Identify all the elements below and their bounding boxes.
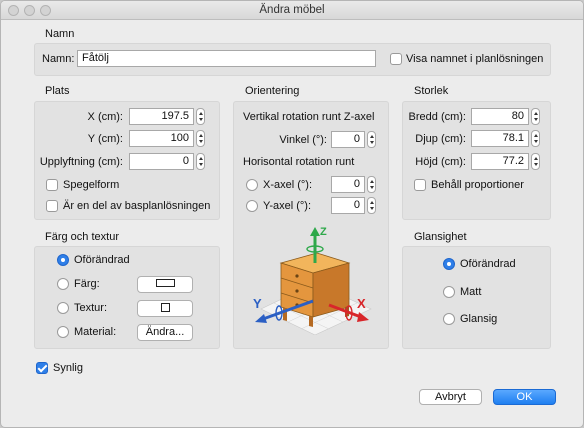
hojd-input[interactable]: 77.2 xyxy=(471,153,529,170)
djup-label: Djup (cm): xyxy=(415,133,466,145)
djup-input[interactable]: 78.1 xyxy=(471,130,529,147)
upplyftning-label: Upplyftning (cm): xyxy=(39,156,123,168)
namn-input[interactable]: Fåtölj xyxy=(77,50,376,67)
vinkel-input[interactable]: 0 xyxy=(331,131,365,148)
y-axis-label: Y xyxy=(253,296,262,311)
y-label: Y (cm): xyxy=(87,133,123,145)
storlek-section-title: Storlek xyxy=(414,85,449,97)
z-axis-label: Z xyxy=(320,226,327,238)
bredd-stepper-icon[interactable] xyxy=(531,108,540,125)
x-axel-stepper-icon[interactable] xyxy=(367,176,376,193)
orientation-illustration: Z Y X xyxy=(253,226,372,335)
glansighet-section-title: Glansighet xyxy=(414,231,467,243)
horisontal-rotation-label: Horisontal rotation runt xyxy=(243,156,355,168)
material-radio[interactable] xyxy=(57,326,69,338)
color-swatch-icon xyxy=(155,279,175,288)
x-label: X (cm): xyxy=(87,111,123,123)
namn-label: Namn: xyxy=(42,53,75,65)
oforandrad-farg-radio[interactable] xyxy=(57,254,69,266)
basplanlosning-checkbox[interactable] xyxy=(46,200,58,212)
minimize-window-icon[interactable] xyxy=(24,5,35,16)
bredd-label: Bredd (cm): xyxy=(408,111,466,123)
x-axel-radio[interactable] xyxy=(246,179,258,191)
matt-label: Matt xyxy=(460,286,482,298)
vertikal-rotation-label: Vertikal rotation runt Z-axel xyxy=(243,111,375,123)
x-axel-label: X-axel (°): xyxy=(263,179,313,191)
zoom-window-icon[interactable] xyxy=(40,5,51,16)
x-axis-label: X xyxy=(357,296,366,311)
textur-label: Textur: xyxy=(74,302,108,314)
oforandrad-farg-label: Oförändrad xyxy=(74,254,130,266)
spegelform-checkbox[interactable] xyxy=(46,179,58,191)
y-input[interactable]: 100 xyxy=(129,130,194,147)
farg-section-title: Färg och textur xyxy=(45,231,119,243)
close-window-icon[interactable] xyxy=(8,5,19,16)
x-stepper-icon[interactable] xyxy=(196,108,205,125)
hojd-stepper-icon[interactable] xyxy=(531,153,540,170)
namn-section-title: Namn xyxy=(45,28,75,40)
oforandrad-glans-label: Oförändrad xyxy=(460,258,516,270)
y-stepper-icon[interactable] xyxy=(196,130,205,147)
y-axel-input[interactable]: 0 xyxy=(331,197,365,214)
textur-button[interactable] xyxy=(137,300,193,317)
visa-namnet-label: Visa namnet i planlösningen xyxy=(406,53,544,65)
y-axel-label: Y-axel (°): xyxy=(263,200,312,212)
cancel-button[interactable]: Avbryt xyxy=(419,389,482,405)
vinkel-stepper-icon[interactable] xyxy=(367,131,376,148)
upplyftning-stepper-icon[interactable] xyxy=(196,153,205,170)
farg-label: Färg: xyxy=(74,278,100,290)
y-axel-radio[interactable] xyxy=(246,200,258,212)
title-bar: Ändra möbel xyxy=(1,1,583,20)
behall-proportioner-checkbox[interactable] xyxy=(414,179,426,191)
y-axel-stepper-icon[interactable] xyxy=(367,197,376,214)
synlig-label: Synlig xyxy=(53,362,83,374)
matt-radio[interactable] xyxy=(443,286,455,298)
visa-namnet-checkbox[interactable] xyxy=(390,53,402,65)
djup-stepper-icon[interactable] xyxy=(531,130,540,147)
glansig-label: Glansig xyxy=(460,313,498,325)
texture-swatch-icon xyxy=(160,302,170,312)
farg-radio[interactable] xyxy=(57,278,69,290)
basplanlosning-label: Är en del av basplanlösningen xyxy=(63,200,211,212)
synlig-checkbox[interactable] xyxy=(36,362,48,374)
material-label: Material: xyxy=(74,326,117,338)
upplyftning-input[interactable]: 0 xyxy=(129,153,194,170)
hojd-label: Höjd (cm): xyxy=(415,156,466,168)
window-title: Ändra möbel xyxy=(259,4,325,16)
glansig-radio[interactable] xyxy=(443,313,455,325)
spegelform-label: Spegelform xyxy=(63,179,120,191)
andra-material-button[interactable]: Ändra... xyxy=(137,324,193,341)
orientering-section-title: Orientering xyxy=(245,85,300,97)
vinkel-label: Vinkel (°): xyxy=(279,134,327,146)
plats-section-title: Plats xyxy=(45,85,70,97)
bredd-input[interactable]: 80 xyxy=(471,108,529,125)
farg-button[interactable] xyxy=(137,276,193,293)
x-input[interactable]: 197.5 xyxy=(129,108,194,125)
x-axel-input[interactable]: 0 xyxy=(331,176,365,193)
oforandrad-glans-radio[interactable] xyxy=(443,258,455,270)
ok-button[interactable]: OK xyxy=(493,389,556,405)
modify-furniture-dialog: Ändra möbel Namn Namn: Fåtölj Visa namne… xyxy=(0,0,584,428)
textur-radio[interactable] xyxy=(57,302,69,314)
behall-proportioner-label: Behåll proportioner xyxy=(431,179,524,191)
